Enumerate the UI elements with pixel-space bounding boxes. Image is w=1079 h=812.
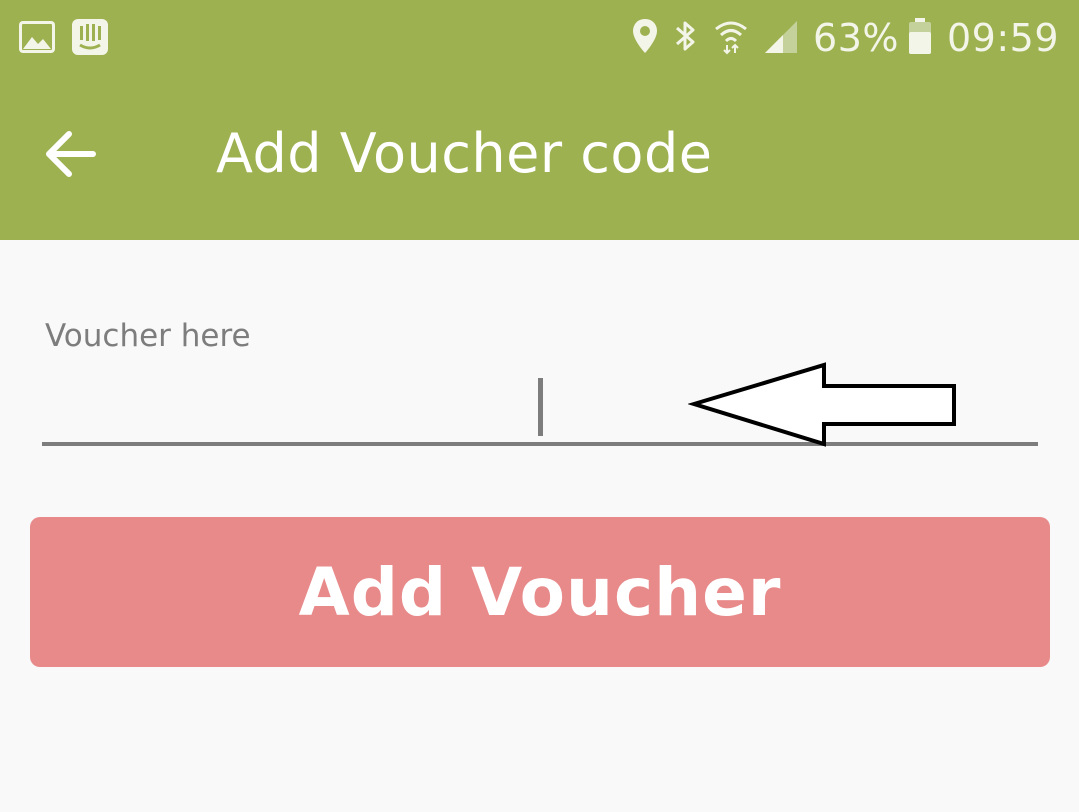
clock: 09:59 — [946, 16, 1059, 60]
toolbar: Add Voucher code — [0, 76, 1079, 240]
battery-percent: 63% — [813, 16, 899, 60]
bluetooth-icon — [673, 17, 699, 59]
battery-icon — [907, 17, 933, 59]
wifi-icon — [713, 17, 749, 59]
signal-icon — [763, 17, 799, 59]
intercom-icon — [71, 18, 109, 56]
add-voucher-button[interactable]: Add Voucher — [30, 517, 1050, 667]
gallery-icon — [18, 18, 56, 56]
page-title: Add Voucher code — [216, 122, 713, 185]
annotation-arrow — [688, 362, 956, 447]
location-icon — [631, 17, 659, 59]
status-bar: 63% 09:59 — [0, 0, 1079, 76]
back-button[interactable] — [30, 116, 110, 196]
text-caret — [538, 378, 543, 436]
app-bar: 63% 09:59 Add Voucher code — [0, 0, 1079, 240]
status-indicators: 63% 09:59 — [617, 12, 1059, 64]
arrow-left-icon — [43, 130, 97, 182]
voucher-field-label: Voucher here — [45, 318, 251, 354]
